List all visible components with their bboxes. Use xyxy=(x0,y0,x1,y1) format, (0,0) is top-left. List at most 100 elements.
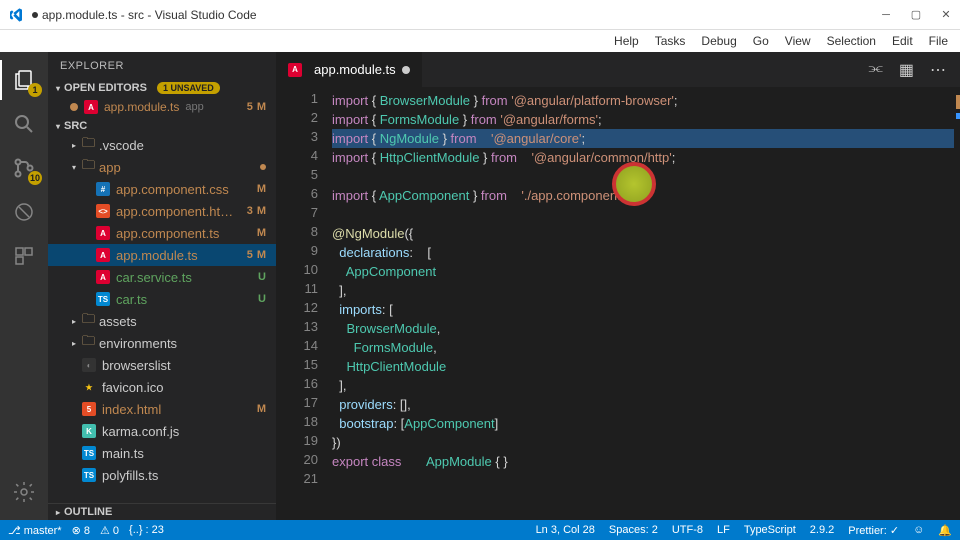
code-line[interactable]: AppComponent xyxy=(332,262,954,281)
status-encoding[interactable]: UTF-8 xyxy=(672,524,703,536)
code-line[interactable]: providers: [], xyxy=(332,395,954,414)
src-folder-header[interactable]: ▾ SRC xyxy=(48,118,276,134)
chevron-icon: ▸ xyxy=(72,317,82,326)
tree-folder[interactable]: ▾🗀app xyxy=(48,156,276,178)
status-warnings[interactable]: ⚠ 0 xyxy=(100,524,119,537)
menu-go[interactable]: Go xyxy=(753,34,769,48)
code-line[interactable]: FormsModule, xyxy=(332,338,954,357)
chevron-down-icon: ▾ xyxy=(56,122,60,131)
tree-file[interactable]: <>app.component.ht…3M xyxy=(48,200,276,222)
file-label: car.service.ts xyxy=(116,270,192,285)
menu-tasks[interactable]: Tasks xyxy=(655,34,686,48)
file-icon: A xyxy=(96,270,110,284)
menu-file[interactable]: File xyxy=(929,34,948,48)
tree-folder[interactable]: ▸🗀.vscode xyxy=(48,134,276,156)
code-line[interactable]: HttpClientModule xyxy=(332,357,954,376)
tree-file[interactable]: 5index.htmlM xyxy=(48,398,276,420)
code-line[interactable] xyxy=(332,167,954,186)
status-lang[interactable]: TypeScript xyxy=(744,524,796,536)
tree-file[interactable]: #app.component.cssM xyxy=(48,178,276,200)
folder-icon: 🗀 xyxy=(82,156,95,178)
status-feedback-icon[interactable]: ☺ xyxy=(913,524,924,536)
status-version[interactable]: 2.9.2 xyxy=(810,524,834,536)
chevron-down-icon: ▾ xyxy=(56,84,60,93)
activity-search-icon[interactable] xyxy=(0,104,48,144)
code-line[interactable]: export class AppModule { } xyxy=(332,452,954,471)
minimize-button[interactable]: ─ xyxy=(880,9,892,21)
menu-selection[interactable]: Selection xyxy=(827,34,876,48)
tree-file[interactable]: Acar.service.tsU xyxy=(48,266,276,288)
activity-explorer-icon[interactable]: 1 xyxy=(0,60,48,100)
tree-file[interactable]: Aapp.module.ts5M xyxy=(48,244,276,266)
status-cursor[interactable]: Ln 3, Col 28 xyxy=(536,524,595,536)
file-label: app.component.css xyxy=(116,182,229,197)
window-title: app.module.ts - src - Visual Studio Code xyxy=(42,8,880,22)
close-button[interactable]: ✕ xyxy=(940,9,952,21)
file-label: browserslist xyxy=(102,358,171,373)
code-line[interactable]: @NgModule({ xyxy=(332,224,954,243)
activity-settings-icon[interactable] xyxy=(0,472,48,512)
tree-folder[interactable]: ▸🗀environments xyxy=(48,332,276,354)
file-label: .vscode xyxy=(99,138,144,153)
code-line[interactable]: declarations: [ xyxy=(332,243,954,262)
menu-edit[interactable]: Edit xyxy=(892,34,913,48)
code-line[interactable]: BrowserModule, xyxy=(332,319,954,338)
titlebar: app.module.ts - src - Visual Studio Code… xyxy=(0,0,960,30)
file-label: environments xyxy=(99,336,177,351)
code-line[interactable]: import { NgModule } from '@angular/core'… xyxy=(332,129,954,148)
status-errors[interactable]: ⊗ 8 xyxy=(72,524,90,537)
chevron-icon: ▸ xyxy=(72,141,82,150)
status-bell-icon[interactable]: 🔔 xyxy=(938,524,952,537)
code-line[interactable]: }) xyxy=(332,433,954,452)
code-line[interactable]: import { FormsModule } from '@angular/fo… xyxy=(332,110,954,129)
status-prettier[interactable]: Prettier: ✓ xyxy=(848,524,899,537)
code-line[interactable] xyxy=(332,471,954,490)
dirty-dot-icon xyxy=(402,66,410,74)
activity-scm-icon[interactable]: 10 xyxy=(0,148,48,188)
file-icon: A xyxy=(96,226,110,240)
code-line[interactable]: bootstrap: [AppComponent] xyxy=(332,414,954,433)
tree-file[interactable]: TScar.tsU xyxy=(48,288,276,310)
status-branch[interactable]: ⎇master* xyxy=(8,524,62,537)
split-editor-icon[interactable]: ⫘ xyxy=(868,60,882,80)
tree-file[interactable]: ◐browserslist xyxy=(48,354,276,376)
code-line[interactable]: import { AppComponent } from './app.comp… xyxy=(332,186,954,205)
menu-debug[interactable]: Debug xyxy=(701,34,736,48)
menu-help[interactable]: Help xyxy=(614,34,639,48)
tree-file[interactable]: Aapp.component.tsM xyxy=(48,222,276,244)
code-area[interactable]: 123456789101112131415161718192021 import… xyxy=(276,87,960,520)
file-label: assets xyxy=(99,314,137,329)
tree-file[interactable]: TSpolyfills.ts xyxy=(48,464,276,486)
open-editor-item[interactable]: A app.module.ts app 5M xyxy=(48,96,276,118)
maximize-button[interactable]: ▢ xyxy=(910,9,922,21)
code-content[interactable]: import { BrowserModule } from '@angular/… xyxy=(332,87,954,520)
tree-file[interactable]: TSmain.ts xyxy=(48,442,276,464)
menu-view[interactable]: View xyxy=(785,34,811,48)
more-icon[interactable]: ⋯ xyxy=(930,60,946,80)
minimap[interactable] xyxy=(954,87,960,520)
code-line[interactable]: imports: [ xyxy=(332,300,954,319)
angular-icon: A xyxy=(288,63,302,77)
line-gutter: 123456789101112131415161718192021 xyxy=(276,87,332,520)
tree-file[interactable]: ★favicon.ico xyxy=(48,376,276,398)
status-spaces[interactable]: Spaces: 2 xyxy=(609,524,658,536)
titlebar-dirty-dot xyxy=(32,12,38,18)
sidebar: EXPLORER ▾ OPEN EDITORS 1 UNSAVED A app.… xyxy=(48,52,276,520)
tab-app-module[interactable]: A app.module.ts xyxy=(276,52,423,87)
outline-header[interactable]: ▸ OUTLINE xyxy=(48,503,276,520)
code-line[interactable]: import { BrowserModule } from '@angular/… xyxy=(332,91,954,110)
open-editors-header[interactable]: ▾ OPEN EDITORS 1 UNSAVED xyxy=(48,80,276,96)
code-line[interactable]: ], xyxy=(332,281,954,300)
layout-icon[interactable]: ▦ xyxy=(899,60,914,80)
status-info[interactable]: {..} : 23 xyxy=(129,524,164,536)
file-label: app xyxy=(99,160,121,175)
activity-debug-icon[interactable] xyxy=(0,192,48,232)
tree-file[interactable]: Kkarma.conf.js xyxy=(48,420,276,442)
code-line[interactable]: import { HttpClientModule } from '@angul… xyxy=(332,148,954,167)
file-icon: # xyxy=(96,182,110,196)
status-eol[interactable]: LF xyxy=(717,524,730,536)
activity-extensions-icon[interactable] xyxy=(0,236,48,276)
code-line[interactable] xyxy=(332,205,954,224)
code-line[interactable]: ], xyxy=(332,376,954,395)
tree-folder[interactable]: ▸🗀assets xyxy=(48,310,276,332)
